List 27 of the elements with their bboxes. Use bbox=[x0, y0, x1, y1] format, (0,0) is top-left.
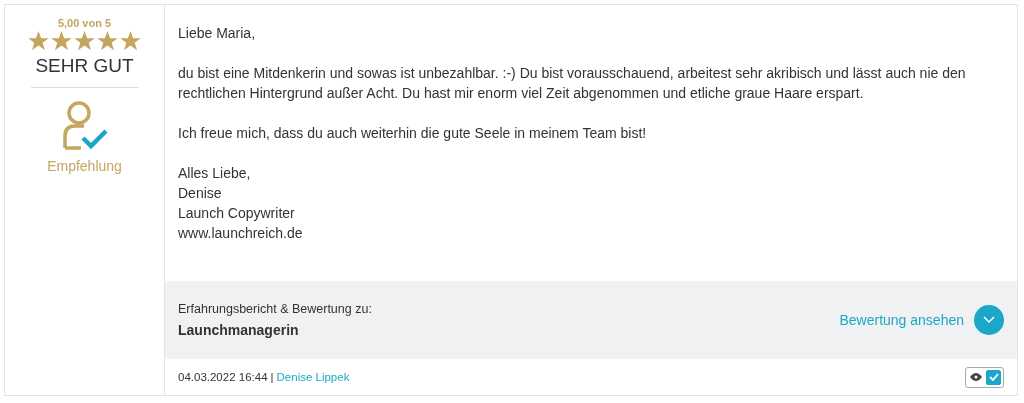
chevron-down-icon bbox=[983, 316, 995, 324]
message-paragraph: Liebe Maria, bbox=[178, 24, 257, 43]
post-date: 04.03.2022 16:44 bbox=[178, 371, 268, 383]
star-icon bbox=[120, 31, 141, 51]
rating-score: 5,00 von 5 bbox=[57, 17, 112, 29]
signature-line: Alles Liebe, bbox=[178, 164, 252, 183]
star-icon bbox=[28, 31, 49, 51]
subject-label: Erfahrungsbericht & Bewertung zu: bbox=[178, 302, 372, 316]
star-icon bbox=[74, 31, 95, 51]
signature-line: Launch Copywriter bbox=[178, 204, 296, 223]
message-paragraph: du bist eine Mitdenkerin und sowas ist unbezahlbar. :-) Du bist vorausschauend, arbeitest sehr akribisch und lässt auch nie den rechtlichen Hintergrund außer Acht. Du hast mir enorm viel Zeit abgenommen und etliche graue Haare erspart. bbox=[178, 64, 967, 103]
eye-icon bbox=[970, 373, 982, 381]
signature-line: www.launchreich.de bbox=[178, 224, 304, 243]
separator: | bbox=[270, 371, 274, 383]
message-paragraph: Ich freue mich, dass du auch weiterhin die gute Seele in meinem Team bist! bbox=[178, 124, 648, 143]
star-icon bbox=[97, 31, 118, 51]
recommendation-label: Empfehlung bbox=[47, 158, 122, 174]
subject-title: Launchmanagerin bbox=[178, 322, 300, 338]
expand-button[interactable] bbox=[974, 305, 1004, 335]
view-rating-link[interactable]: Bewertung ansehen bbox=[839, 312, 964, 328]
check-icon bbox=[988, 373, 999, 381]
signature-line: Denise bbox=[178, 184, 223, 203]
rating-verdict: SEHR GUT bbox=[35, 55, 134, 77]
author-link[interactable]: Denise Lippek bbox=[276, 371, 350, 383]
approved-checkbox[interactable] bbox=[986, 369, 1001, 385]
user-check-icon bbox=[60, 100, 109, 152]
star-icon bbox=[51, 31, 72, 51]
